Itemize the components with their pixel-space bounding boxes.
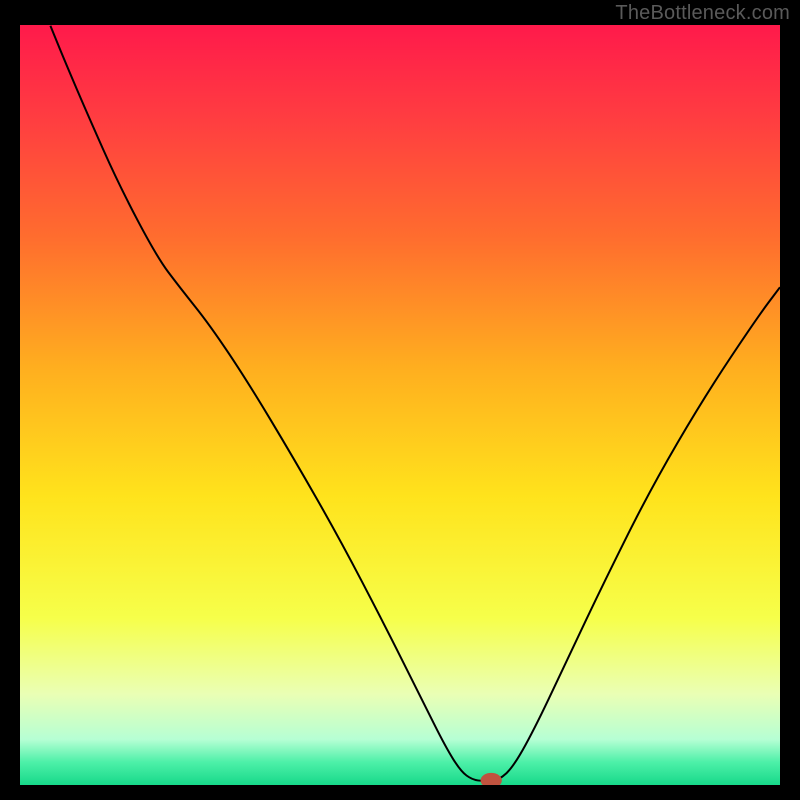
gradient-background (20, 25, 780, 785)
watermark: TheBottleneck.com (615, 2, 790, 25)
chart-container (20, 25, 780, 785)
app-frame: TheBottleneck.com (0, 0, 800, 800)
bottleneck-chart (20, 25, 780, 785)
